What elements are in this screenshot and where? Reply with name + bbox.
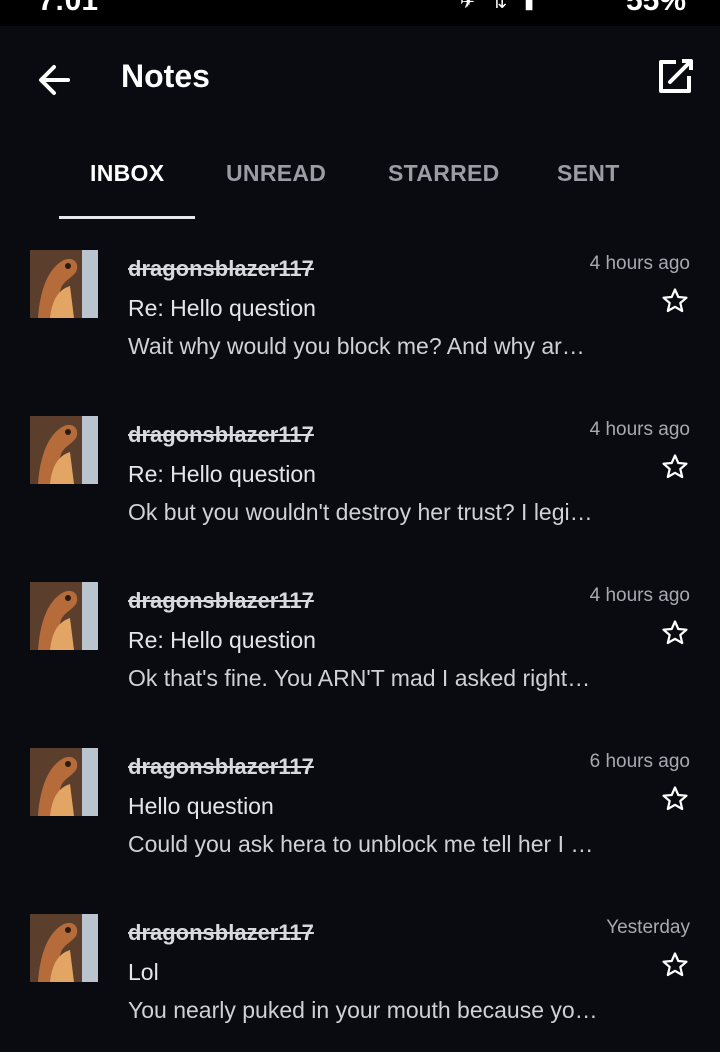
status-time: 7:01 (38, 0, 99, 17)
tab-starred[interactable]: STARRED (388, 160, 500, 187)
note-time: 4 hours ago (589, 585, 690, 606)
note-item[interactable]: dragonsblazer117 4 hours ago Re: Hello q… (0, 222, 720, 388)
avatar (30, 914, 98, 982)
page-title: Notes (121, 58, 210, 94)
arrow-left-icon[interactable] (34, 60, 74, 100)
note-preview: Wait why would you block me? And why ar… (128, 333, 585, 359)
status-icons: ✈ ⇅ ▮ (459, 0, 540, 12)
note-item[interactable]: dragonsblazer117 6 hours ago Hello quest… (0, 720, 720, 886)
star-outline-icon[interactable] (661, 287, 689, 315)
note-time: 4 hours ago (589, 419, 690, 440)
note-item[interactable]: dragonsblazer117 Yesterday Lol You nearl… (0, 886, 720, 1052)
note-preview: Ok but you wouldn't destroy her trust? I… (128, 499, 593, 525)
tab-bar: INBOX UNREAD STARRED SENT (0, 140, 720, 222)
note-preview: Ok that's fine. You ARN'T mad I asked ri… (128, 665, 591, 691)
compose-icon[interactable] (656, 58, 694, 96)
note-subject: Hello question (128, 793, 274, 819)
star-outline-icon[interactable] (661, 619, 689, 647)
star-outline-icon[interactable] (661, 453, 689, 481)
notes-list: dragonsblazer117 4 hours ago Re: Hello q… (0, 222, 720, 1052)
note-time: 6 hours ago (589, 751, 690, 772)
tab-sent[interactable]: SENT (557, 160, 620, 187)
note-username[interactable]: dragonsblazer117 (128, 422, 314, 448)
note-item[interactable]: dragonsblazer117 4 hours ago Re: Hello q… (0, 388, 720, 554)
note-item[interactable]: dragonsblazer117 4 hours ago Re: Hello q… (0, 554, 720, 720)
star-outline-icon[interactable] (661, 785, 689, 813)
note-username[interactable]: dragonsblazer117 (128, 754, 314, 780)
note-preview: Could you ask hera to unblock me tell he… (128, 831, 594, 857)
note-username[interactable]: dragonsblazer117 (128, 588, 314, 614)
note-username[interactable]: dragonsblazer117 (128, 256, 314, 282)
star-outline-icon[interactable] (661, 951, 689, 979)
note-subject: Re: Hello question (128, 627, 316, 653)
tab-unread[interactable]: UNREAD (226, 160, 326, 187)
avatar (30, 250, 98, 318)
tab-active-indicator (59, 216, 195, 219)
avatar (30, 416, 98, 484)
note-subject: Re: Hello question (128, 461, 316, 487)
avatar (30, 582, 98, 650)
status-battery: 55% (625, 0, 686, 17)
status-bar: 7:01 ✈ ⇅ ▮ 55% (0, 0, 720, 26)
note-time: 4 hours ago (589, 253, 690, 274)
app-bar: Notes (0, 26, 720, 136)
tab-inbox[interactable]: INBOX (90, 160, 164, 187)
note-username[interactable]: dragonsblazer117 (128, 920, 314, 946)
avatar (30, 748, 98, 816)
note-subject: Lol (128, 959, 159, 985)
note-subject: Re: Hello question (128, 295, 316, 321)
note-time: Yesterday (606, 917, 690, 938)
note-preview: You nearly puked in your mouth because y… (128, 997, 598, 1023)
